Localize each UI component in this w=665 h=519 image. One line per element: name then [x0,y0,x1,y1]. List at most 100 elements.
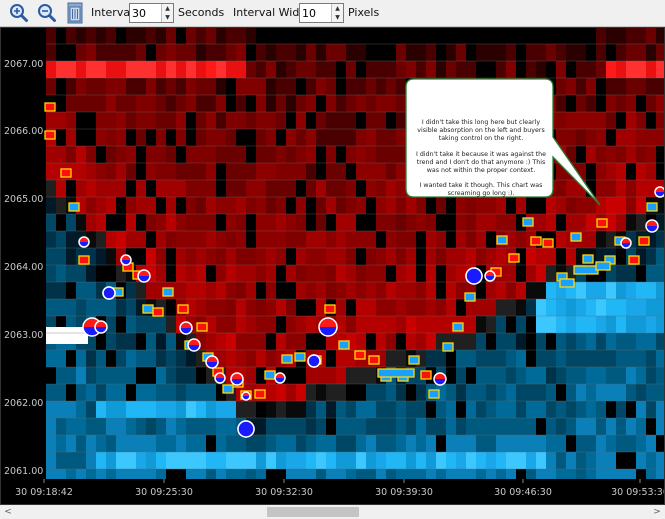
y-axis-label: 2067.00 [4,59,43,70]
heatmap-cell [196,214,206,231]
heatmap-cell [376,180,386,197]
heatmap-cell [176,384,186,401]
heatmap-cell [426,265,436,282]
zoom-out-button[interactable] [36,2,58,24]
heatmap-cell [266,95,276,112]
heatmap-cell [186,265,196,282]
heatmap-cell [486,452,496,469]
heatmap-cell [646,384,656,401]
heatmap-cell [646,44,656,61]
heatmap-cell [246,112,256,129]
heatmap-cell [366,248,376,265]
heatmap-cell [526,299,536,316]
heatmap-cell [626,129,636,146]
heatmap-cell [316,129,326,146]
heatmap-cell [406,61,416,78]
heatmap-cell [256,299,266,316]
heatmap-cell [126,180,136,197]
heatmap-cell [166,452,176,469]
heatmap-cell [176,27,186,44]
interval-input[interactable] [132,5,162,21]
heatmap-cell [626,95,636,112]
heatmap-cell [546,401,556,418]
interval-width-input[interactable] [302,5,332,21]
heatmap-cell [616,129,626,146]
heatmap-cell [96,333,106,350]
interval-width-spin-arrows[interactable]: ▲ ▼ [331,4,343,22]
heatmap-cell [476,214,486,231]
heatmap-cell [176,418,186,435]
heatmap-cell [216,401,226,418]
heatmap-cell [156,61,166,78]
heatmap-cell [176,197,186,214]
heatmap-cell [606,299,616,316]
zoom-in-button[interactable] [8,2,30,24]
heatmap-cell [136,418,146,435]
heatmap-cell [656,95,665,112]
x-axis-label: 30 09:32:30 [255,487,313,498]
heatmap-cell [166,367,176,384]
heatmap-cell [116,316,126,333]
heatmap-cell [486,333,496,350]
heatmap-cell [346,197,356,214]
trade-marker [570,232,582,242]
heatmap-cell [426,61,436,78]
heatmap-cell [426,282,436,299]
heatmap-cell [66,435,76,452]
heatmap-cell [416,27,426,44]
heatmap-cell [286,248,296,265]
heatmap-cell [376,248,386,265]
scroll-left-arrow[interactable]: < [2,505,14,519]
interval-width-stepper[interactable]: ▲▼ [299,3,344,23]
heatmap-cell [536,44,546,61]
heatmap-cell [626,418,636,435]
heatmap-cell [96,27,106,44]
heatmap-cell [76,265,86,282]
heatmap-cell [406,401,416,418]
heatmap-cell [236,129,246,146]
heatmap-cell [536,333,546,350]
heatmap-cell [206,231,216,248]
heatmap-cell [46,282,56,299]
heatmap-cell [116,231,126,248]
heatmap-cell [136,44,146,61]
interval-stepper[interactable]: ▲▼ [129,3,174,23]
heatmap-cell [186,231,196,248]
heatmap-cell [46,61,56,78]
heatmap-cell [276,129,286,146]
heatmap-cell [166,333,176,350]
scrollbar-thumb[interactable] [267,507,359,517]
heatmap-cell [46,401,56,418]
heatmap-cell [446,44,456,61]
heatmap-cell [296,282,306,299]
scroll-right-arrow[interactable]: > [651,505,663,519]
heatmap-cell [246,452,256,469]
heatmap-cell [356,401,366,418]
heatmap-cell [266,129,276,146]
heatmap-cell [186,27,196,44]
heatmap-cell [336,384,346,401]
heatmap-cell [516,61,526,78]
heatmap-cell [96,180,106,197]
heatmap-cell [606,78,616,95]
heatmap-cell [86,367,96,384]
heatmap-cell [536,418,546,435]
heatmap-cell [376,197,386,214]
heatmap-cell [636,112,646,129]
heatmap-cell [166,197,176,214]
heatmap-cell [216,163,226,180]
clear-button[interactable] [64,2,86,24]
horizontal-scrollbar[interactable]: < > [0,505,665,519]
heatmap-cell [116,146,126,163]
heatmap-cell [226,78,236,95]
heatmap-cell [356,282,366,299]
heatmap-cell [56,418,66,435]
heatmap-cell [596,418,606,435]
heatmap-cell [366,418,376,435]
interval-spin-arrows[interactable]: ▲ ▼ [161,4,173,22]
heatmap-cell [656,265,665,282]
order-flow-chart[interactable]: 2067.00 2066.00 2065.00 2064.00 2063.00 2062.… [0,26,665,505]
heatmap-cell [406,265,416,282]
heatmap-cell [116,44,126,61]
heatmap-cell [166,214,176,231]
